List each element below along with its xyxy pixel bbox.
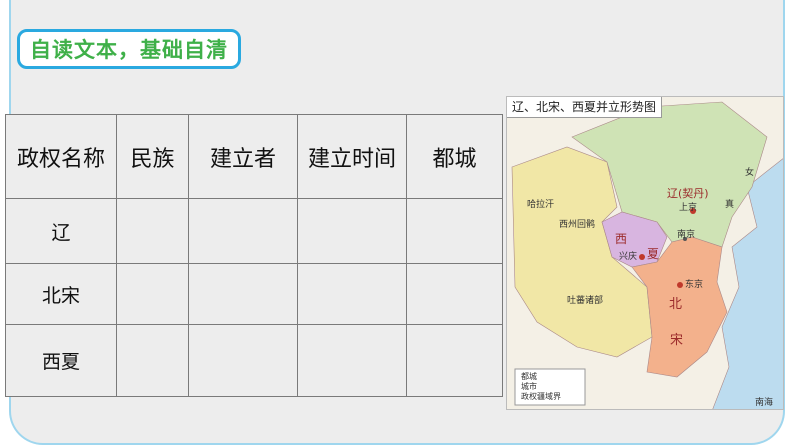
section-heading-box: 自读文本，基础自清 <box>17 29 241 69</box>
cell-founder[interactable] <box>188 198 298 264</box>
cell-founding-time[interactable] <box>297 324 407 397</box>
header-founding-time: 建立时间 <box>297 114 407 199</box>
label-tubo: 吐蕃诸部 <box>567 296 604 306</box>
label-zhen: 真 <box>725 200 735 210</box>
capital-marker <box>677 282 683 288</box>
label-dongjing: 东京 <box>685 280 704 290</box>
header-regime-name: 政权名称 <box>5 114 117 199</box>
label-liao: 辽(契丹) <box>667 187 709 200</box>
section-heading: 自读文本，基础自清 <box>30 38 228 62</box>
header-founder: 建立者 <box>188 114 298 199</box>
regime-table: 政权名称 民族 建立者 建立时间 都城 辽 北宋 西夏 <box>5 114 503 397</box>
header-ethnicity: 民族 <box>116 114 189 199</box>
capital-marker <box>639 254 645 260</box>
historical-map: 辽、北宋、西夏并立形势图 辽(契丹) 上京 南京 西 夏 兴庆 北 宋 东京 哈… <box>506 96 784 410</box>
legend-boundary: 政权疆域界 <box>521 392 561 401</box>
table-row: 西夏 <box>5 324 503 397</box>
row-name-liao: 辽 <box>5 198 117 264</box>
header-capital: 都城 <box>406 114 503 199</box>
label-xixia-1: 西 <box>615 232 628 246</box>
label-nanjing: 南京 <box>677 230 696 240</box>
label-xixia-2: 夏 <box>647 247 660 261</box>
row-name-western-xia: 西夏 <box>5 324 117 397</box>
table-row: 北宋 <box>5 263 503 325</box>
label-bei: 北 <box>669 297 683 312</box>
table-row: 辽 <box>5 198 503 264</box>
table-header-row: 政权名称 民族 建立者 建立时间 都城 <box>5 114 503 199</box>
label-xizhou: 西州回鹘 <box>559 220 596 230</box>
row-name-northern-song: 北宋 <box>5 263 117 325</box>
label-nv: 女 <box>745 168 755 178</box>
label-halatiin: 哈拉汗 <box>527 200 555 210</box>
cell-founder[interactable] <box>188 324 298 397</box>
cell-founding-time[interactable] <box>297 198 407 264</box>
cell-founding-time[interactable] <box>297 263 407 325</box>
label-song: 宋 <box>670 333 684 348</box>
cell-capital[interactable] <box>406 263 503 325</box>
label-shangjing: 上京 <box>679 203 698 213</box>
label-nanhai: 南海 <box>755 398 774 408</box>
cell-capital[interactable] <box>406 324 503 397</box>
label-xingqing: 兴庆 <box>619 252 638 262</box>
cell-founder[interactable] <box>188 263 298 325</box>
map-graphic <box>507 97 783 409</box>
map-title: 辽、北宋、西夏并立形势图 <box>507 97 663 118</box>
cell-capital[interactable] <box>406 198 503 264</box>
cell-ethnicity[interactable] <box>116 263 189 325</box>
cell-ethnicity[interactable] <box>116 198 189 264</box>
cell-ethnicity[interactable] <box>116 324 189 397</box>
